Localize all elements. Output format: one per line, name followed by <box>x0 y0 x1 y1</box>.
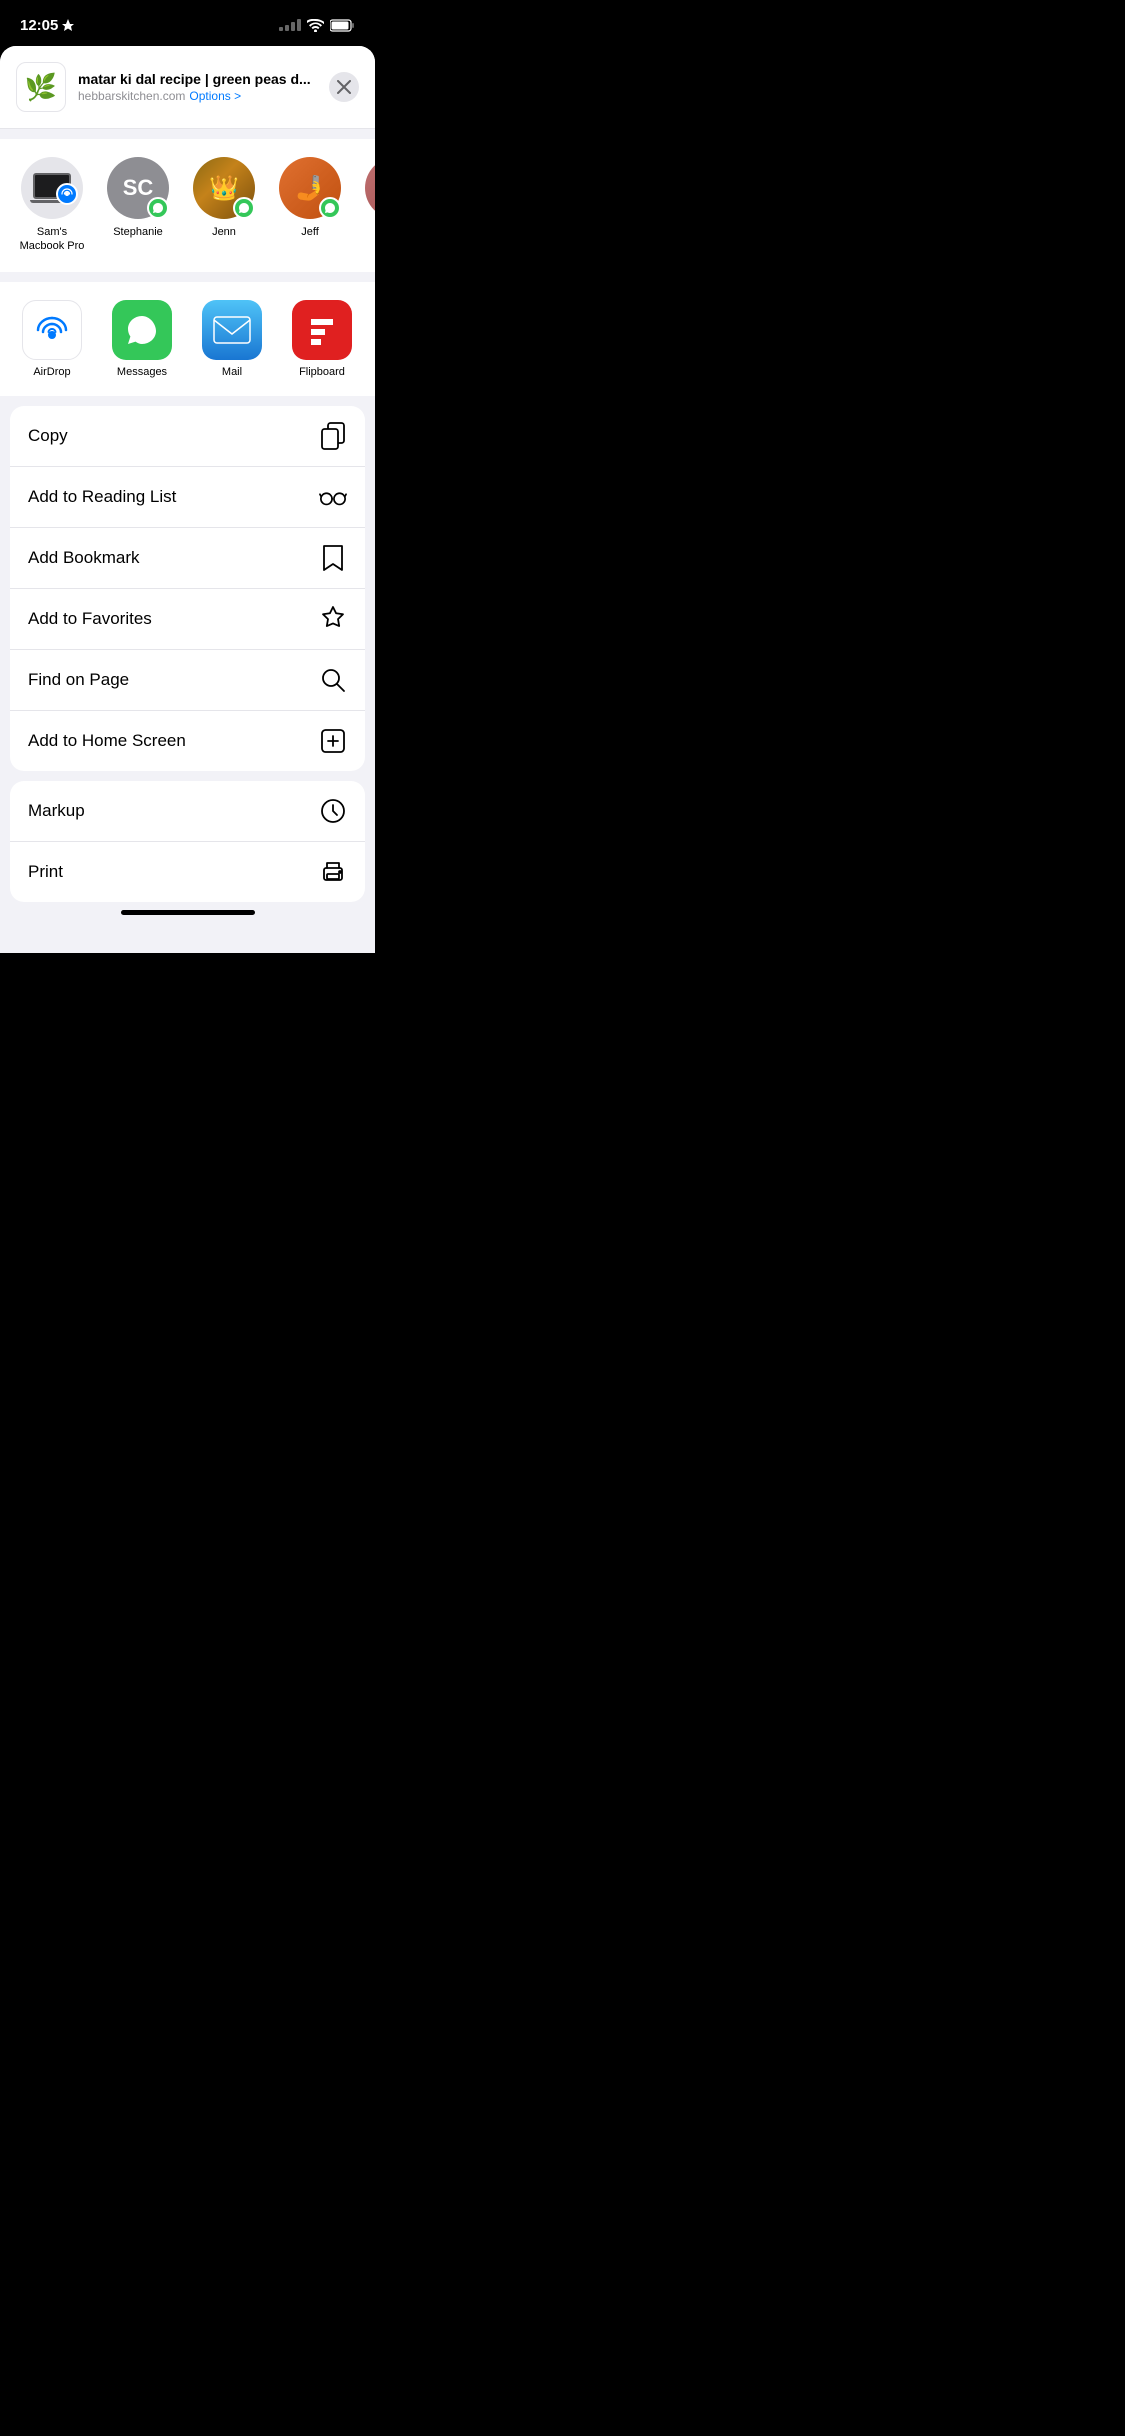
message-badge-jenn <box>233 197 255 219</box>
person-name-jeff: Jeff <box>301 225 319 239</box>
app-messages[interactable]: Messages <box>106 300 178 378</box>
star-icon <box>319 605 347 633</box>
action-reading-list[interactable]: Add to Reading List <box>10 467 365 528</box>
copy-icon <box>319 422 347 450</box>
person-jenn[interactable]: 👑 Jenn <box>188 157 260 254</box>
action-bookmark[interactable]: Add Bookmark <box>10 528 365 589</box>
markup-icon <box>319 797 347 825</box>
v-avatar: 😊 <box>365 157 375 219</box>
person-jeff[interactable]: 🤳 Jeff <box>274 157 346 254</box>
action-print-label: Print <box>28 862 63 882</box>
action-find-on-page-label: Find on Page <box>28 670 129 690</box>
share-url: hebbarskitchen.com <box>78 89 185 103</box>
favicon: 🌿 <box>16 62 66 112</box>
plus-square-icon <box>319 727 347 755</box>
person-v[interactable]: 😊 V... <box>360 157 375 254</box>
people-row: Sam'sMacbook Pro SC Stephanie 👑 <box>0 139 375 272</box>
airdrop-badge <box>56 183 78 205</box>
action-bookmark-label: Add Bookmark <box>28 548 140 568</box>
home-indicator-bar <box>121 910 255 915</box>
person-name-stephanie: Stephanie <box>113 225 163 239</box>
message-badge-jeff <box>319 197 341 219</box>
battery-icon <box>330 19 355 32</box>
person-name-macbook: Sam'sMacbook Pro <box>20 225 85 254</box>
app-label-messages: Messages <box>117 366 167 378</box>
share-header-text: matar ki dal recipe | green peas d... he… <box>78 71 317 103</box>
glasses-icon <box>319 483 347 511</box>
action-copy[interactable]: Copy <box>10 406 365 467</box>
macbook-avatar <box>21 157 83 219</box>
app-label-mail: Mail <box>222 366 242 378</box>
action-reading-list-label: Add to Reading List <box>28 487 176 507</box>
action-favorites[interactable]: Add to Favorites <box>10 589 365 650</box>
app-label-airdrop: AirDrop <box>33 366 70 378</box>
message-badge-stephanie <box>147 197 169 219</box>
apps-row: AirDrop Messages Mail <box>0 282 375 396</box>
app-label-flipboard: Flipboard <box>299 366 345 378</box>
search-icon <box>319 666 347 694</box>
action-markup-label: Markup <box>28 801 85 821</box>
action-list-1: Copy Add to Reading List <box>10 406 365 771</box>
action-find-on-page[interactable]: Find on Page <box>10 650 365 711</box>
action-list-2: Markup Print <box>10 781 365 902</box>
messages-icon <box>112 300 172 360</box>
action-copy-label: Copy <box>28 426 68 446</box>
signal-icon <box>279 19 301 31</box>
mail-icon <box>202 300 262 360</box>
app-airdrop[interactable]: AirDrop <box>16 300 88 378</box>
action-print[interactable]: Print <box>10 842 365 902</box>
status-icons <box>279 19 355 32</box>
flipboard-icon <box>292 300 352 360</box>
status-bar: 12:05 <box>0 0 375 44</box>
location-icon <box>62 19 74 31</box>
share-options-link[interactable]: Options > <box>189 89 241 103</box>
person-sams-macbook[interactable]: Sam'sMacbook Pro <box>16 157 88 254</box>
home-indicator <box>0 902 375 919</box>
bookmark-icon <box>319 544 347 572</box>
app-mail[interactable]: Mail <box>196 300 268 378</box>
share-url-row: hebbarskitchen.com Options > <box>78 89 317 103</box>
share-header: 🌿 matar ki dal recipe | green peas d... … <box>0 46 375 129</box>
person-name-jenn: Jenn <box>212 225 236 239</box>
action-home-screen[interactable]: Add to Home Screen <box>10 711 365 771</box>
wifi-icon <box>307 19 324 32</box>
person-stephanie[interactable]: SC Stephanie <box>102 157 174 254</box>
action-home-screen-label: Add to Home Screen <box>28 731 186 751</box>
print-icon <box>319 858 347 886</box>
status-time: 12:05 <box>20 17 74 34</box>
share-sheet: 🌿 matar ki dal recipe | green peas d... … <box>0 46 375 953</box>
share-title: matar ki dal recipe | green peas d... <box>78 71 317 87</box>
action-favorites-label: Add to Favorites <box>28 609 152 629</box>
action-markup[interactable]: Markup <box>10 781 365 842</box>
app-flipboard[interactable]: Flipboard <box>286 300 358 378</box>
airdrop-icon <box>22 300 82 360</box>
close-button[interactable] <box>329 72 359 102</box>
